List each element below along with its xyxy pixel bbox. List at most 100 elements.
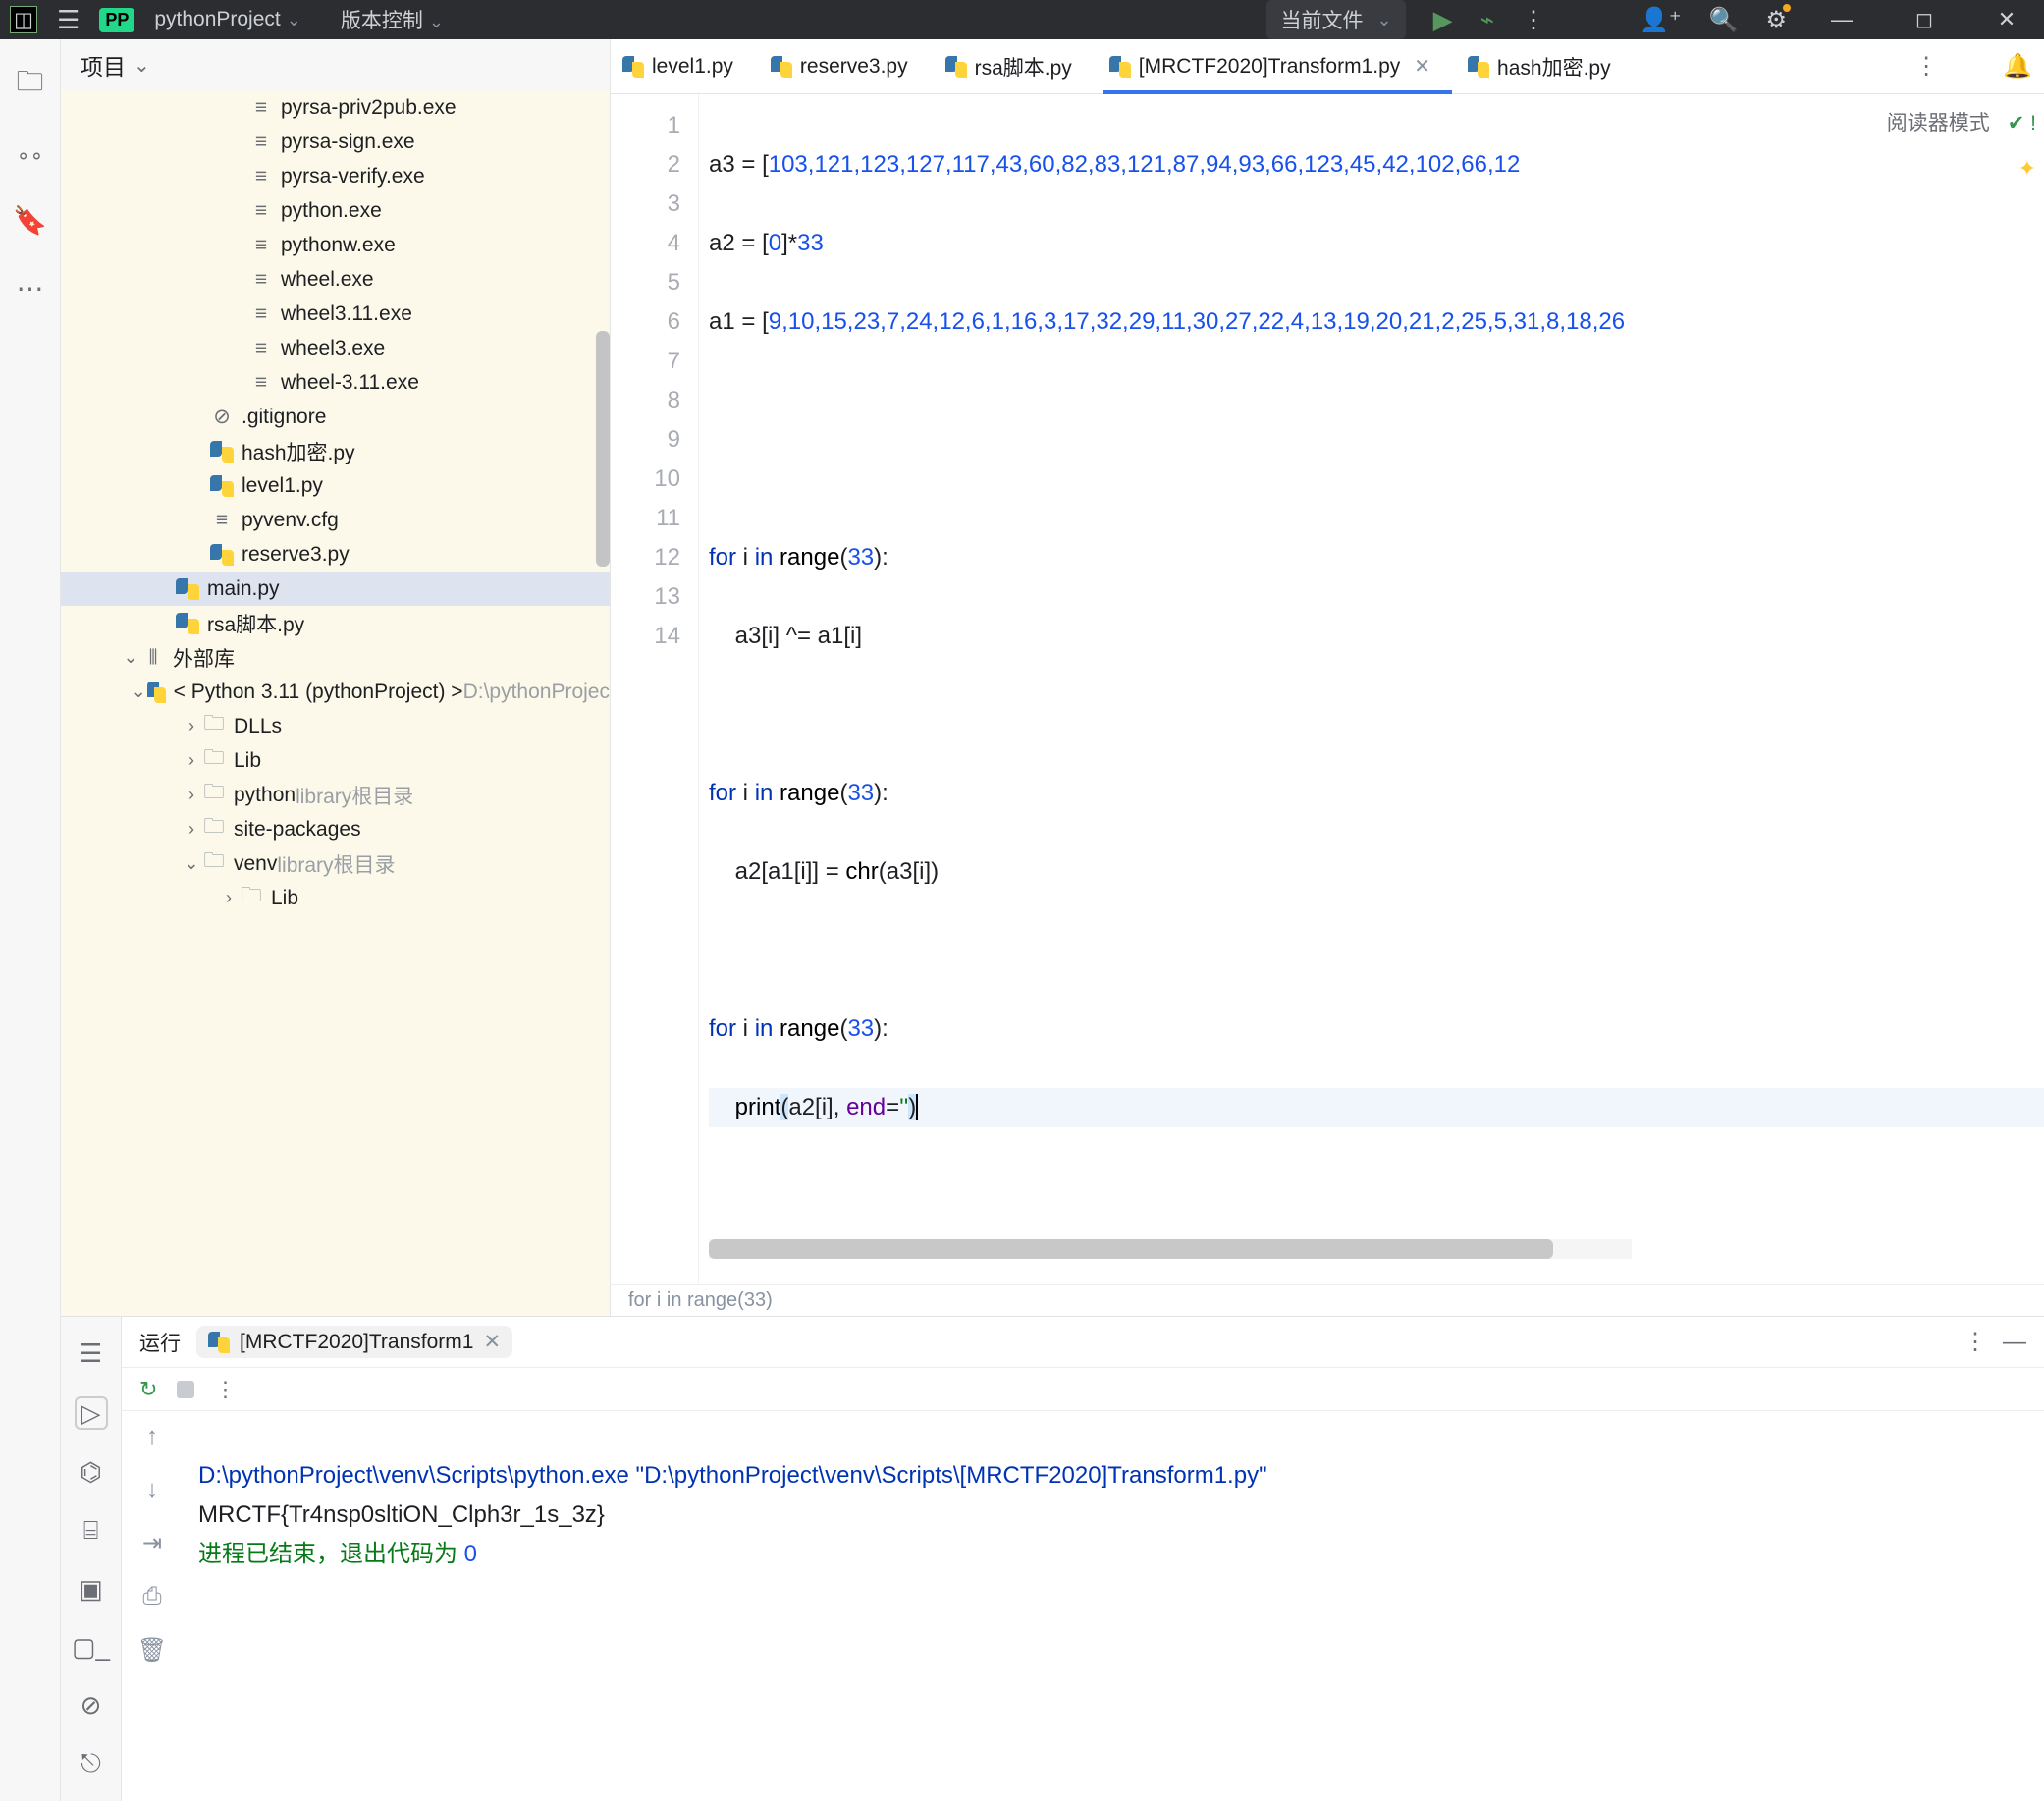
project-tree[interactable]: ≡pyrsa-priv2pub.exe≡pyrsa-sign.exe≡pyrsa…	[61, 90, 610, 1316]
more-icon[interactable]: ⋮	[1522, 6, 1545, 34]
clear-icon[interactable]: 🗑	[137, 1636, 167, 1665]
more-tool-icon[interactable]: ⋯	[17, 272, 44, 304]
expand-icon[interactable]: ⌄	[131, 682, 147, 702]
run-icon[interactable]: ▶	[1433, 5, 1453, 35]
close-icon[interactable]: ✕	[1414, 54, 1430, 79]
services-icon[interactable]: ⌸	[83, 1515, 99, 1547]
file-icon: ≡	[249, 165, 273, 189]
run-tool-icon[interactable]: ▷	[75, 1396, 108, 1430]
structure-tool-icon[interactable]: ∘∘	[17, 143, 44, 169]
tree-row[interactable]: rsa脚本.py	[61, 606, 610, 640]
file-icon: ≡	[249, 337, 273, 360]
editor-tab[interactable]: rsa脚本.py	[945, 39, 1072, 93]
tree-row[interactable]: ›🗀DLLs	[61, 709, 610, 743]
close-icon[interactable]: ✕	[483, 1330, 501, 1354]
code-area[interactable]: 1234567891011121314 a3 = [103,121,123,12…	[611, 94, 2044, 1284]
tree-row[interactable]: ›🗀Lib	[61, 881, 610, 915]
debug-tool-icon[interactable]: ▣	[79, 1574, 103, 1605]
problems-icon[interactable]: ⊘	[81, 1690, 102, 1720]
project-tool-icon[interactable]: 🗀	[16, 61, 43, 108]
tree-row[interactable]: ›🗀Lib	[61, 743, 610, 778]
expand-icon[interactable]: ›	[181, 716, 202, 737]
collaborate-icon[interactable]: 👤⁺	[1640, 6, 1682, 34]
rerun-icon[interactable]: ↻	[139, 1377, 157, 1402]
tree-row[interactable]: level1.py	[61, 468, 610, 503]
tree-row[interactable]: ≡pyrsa-sign.exe	[61, 125, 610, 159]
version-control-menu[interactable]: 版本控制⌄	[341, 5, 444, 34]
editor-tab[interactable]: [MRCTF2020]Transform1.py✕	[1109, 39, 1430, 93]
editor: level1.py reserve3.py rsa脚本.py [MRCTF2020]T…	[611, 39, 2044, 1316]
scroll-down-icon[interactable]: ↓	[146, 1476, 158, 1503]
horizontal-scrollbar[interactable]	[709, 1239, 1632, 1259]
expand-icon[interactable]: ›	[181, 785, 202, 805]
console-output[interactable]: D:\pythonProject\venv\Scripts\python.exe…	[183, 1411, 2044, 1801]
search-icon[interactable]: 🔍	[1709, 6, 1739, 34]
file-icon: ≡	[249, 199, 273, 223]
breadcrumb[interactable]: for i in range(33)	[611, 1284, 2044, 1316]
tree-row[interactable]: ≡pyvenv.cfg	[61, 503, 610, 537]
tree-row[interactable]: ≡wheel-3.11.exe	[61, 365, 610, 400]
expand-icon[interactable]: ⌄	[120, 647, 141, 668]
python-icon	[210, 441, 234, 463]
tree-row[interactable]: ›🗀python library根目录	[61, 778, 610, 812]
python-icon	[210, 475, 234, 497]
tree-row[interactable]: ≡pythonw.exe	[61, 228, 610, 262]
scroll-up-icon[interactable]: ↑	[146, 1423, 158, 1450]
tree-row[interactable]: ›🗀site-packages	[61, 812, 610, 846]
code-text[interactable]: a3 = [103,121,123,127,117,43,60,82,83,12…	[699, 94, 2044, 1284]
expand-icon[interactable]: ›	[181, 819, 202, 840]
editor-tab[interactable]: hash加密.py	[1468, 39, 1611, 93]
tree-row[interactable]: ⌄< Python 3.11 (pythonProject) > D:\pyth…	[61, 675, 610, 709]
terminal-icon[interactable]: ▢_	[72, 1632, 110, 1663]
editor-tab[interactable]: level1.py	[622, 39, 733, 93]
todo-icon[interactable]: ☰	[80, 1338, 102, 1369]
expand-icon[interactable]: ›	[218, 888, 240, 908]
tree-row[interactable]: ⌄🗀venv library根目录	[61, 846, 610, 881]
expand-icon[interactable]: ›	[181, 750, 202, 771]
main-menu-icon[interactable]: ☰	[57, 5, 80, 35]
inspection-ok-icon[interactable]: ✔ !	[2008, 104, 2036, 143]
run-tab[interactable]: [MRCTF2020]Transform1 ✕	[196, 1326, 512, 1358]
run-more-icon[interactable]: ⋮	[214, 1377, 236, 1402]
scroll-thumb[interactable]	[596, 331, 610, 567]
ai-assist-icon[interactable]: ✦	[2018, 149, 2036, 189]
file-icon: ≡	[210, 509, 234, 532]
settings-icon[interactable]: ⚙	[1765, 6, 1787, 34]
vcs-icon[interactable]: ⎋	[81, 1748, 101, 1779]
tab-overflow-icon[interactable]: ⋮	[1914, 52, 1938, 81]
tree-row[interactable]: ≡wheel3.exe	[61, 331, 610, 365]
hide-panel-icon[interactable]: —	[2003, 1329, 2026, 1356]
stop-icon[interactable]	[177, 1381, 194, 1398]
expand-icon[interactable]: ⌄	[181, 853, 202, 874]
editor-tab[interactable]: reserve3.py	[771, 39, 908, 93]
minimize-button[interactable]: —	[1814, 7, 1869, 32]
tree-row[interactable]: main.py	[61, 572, 610, 606]
tree-row[interactable]: ≡wheel.exe	[61, 262, 610, 297]
folder-icon: 🗀	[202, 743, 226, 778]
print-icon[interactable]: ⎙	[142, 1583, 161, 1610]
tree-row[interactable]: ⊘.gitignore	[61, 400, 610, 434]
project-name[interactable]: pythonProject⌄	[154, 8, 301, 31]
bookmarks-tool-icon[interactable]: 🔖	[13, 204, 47, 237]
tree-row[interactable]: ⌄⫴外部库	[61, 640, 610, 675]
run-config-selector[interactable]: 当前文件⌄	[1266, 0, 1405, 39]
reader-mode-label[interactable]: 阅读器模式	[1887, 104, 1990, 143]
tree-row[interactable]: ≡wheel3.11.exe	[61, 297, 610, 331]
python-icon	[176, 613, 199, 634]
tree-row[interactable]: ≡python.exe	[61, 193, 610, 228]
project-panel-header[interactable]: 项目⌄	[61, 39, 610, 90]
soft-wrap-icon[interactable]: ⇥	[142, 1529, 162, 1557]
tree-row[interactable]: ≡pyrsa-verify.exe	[61, 159, 610, 193]
tree-row[interactable]: ≡pyrsa-priv2pub.exe	[61, 90, 610, 125]
close-button[interactable]: ✕	[1979, 7, 2034, 32]
python-console-icon[interactable]: ⌬	[80, 1457, 102, 1488]
run-panel-options-icon[interactable]: ⋮	[1963, 1328, 1987, 1356]
notifications-icon[interactable]: 🔔	[2003, 52, 2032, 81]
maximize-button[interactable]: ◻	[1897, 7, 1952, 32]
file-icon: ≡	[249, 96, 273, 120]
tree-row[interactable]: reserve3.py	[61, 537, 610, 572]
debug-icon[interactable]: ⌁	[1480, 6, 1494, 34]
folder-icon: 🗀	[202, 812, 226, 846]
tree-row[interactable]: hash加密.py	[61, 434, 610, 468]
library-icon: ⫴	[141, 646, 165, 670]
